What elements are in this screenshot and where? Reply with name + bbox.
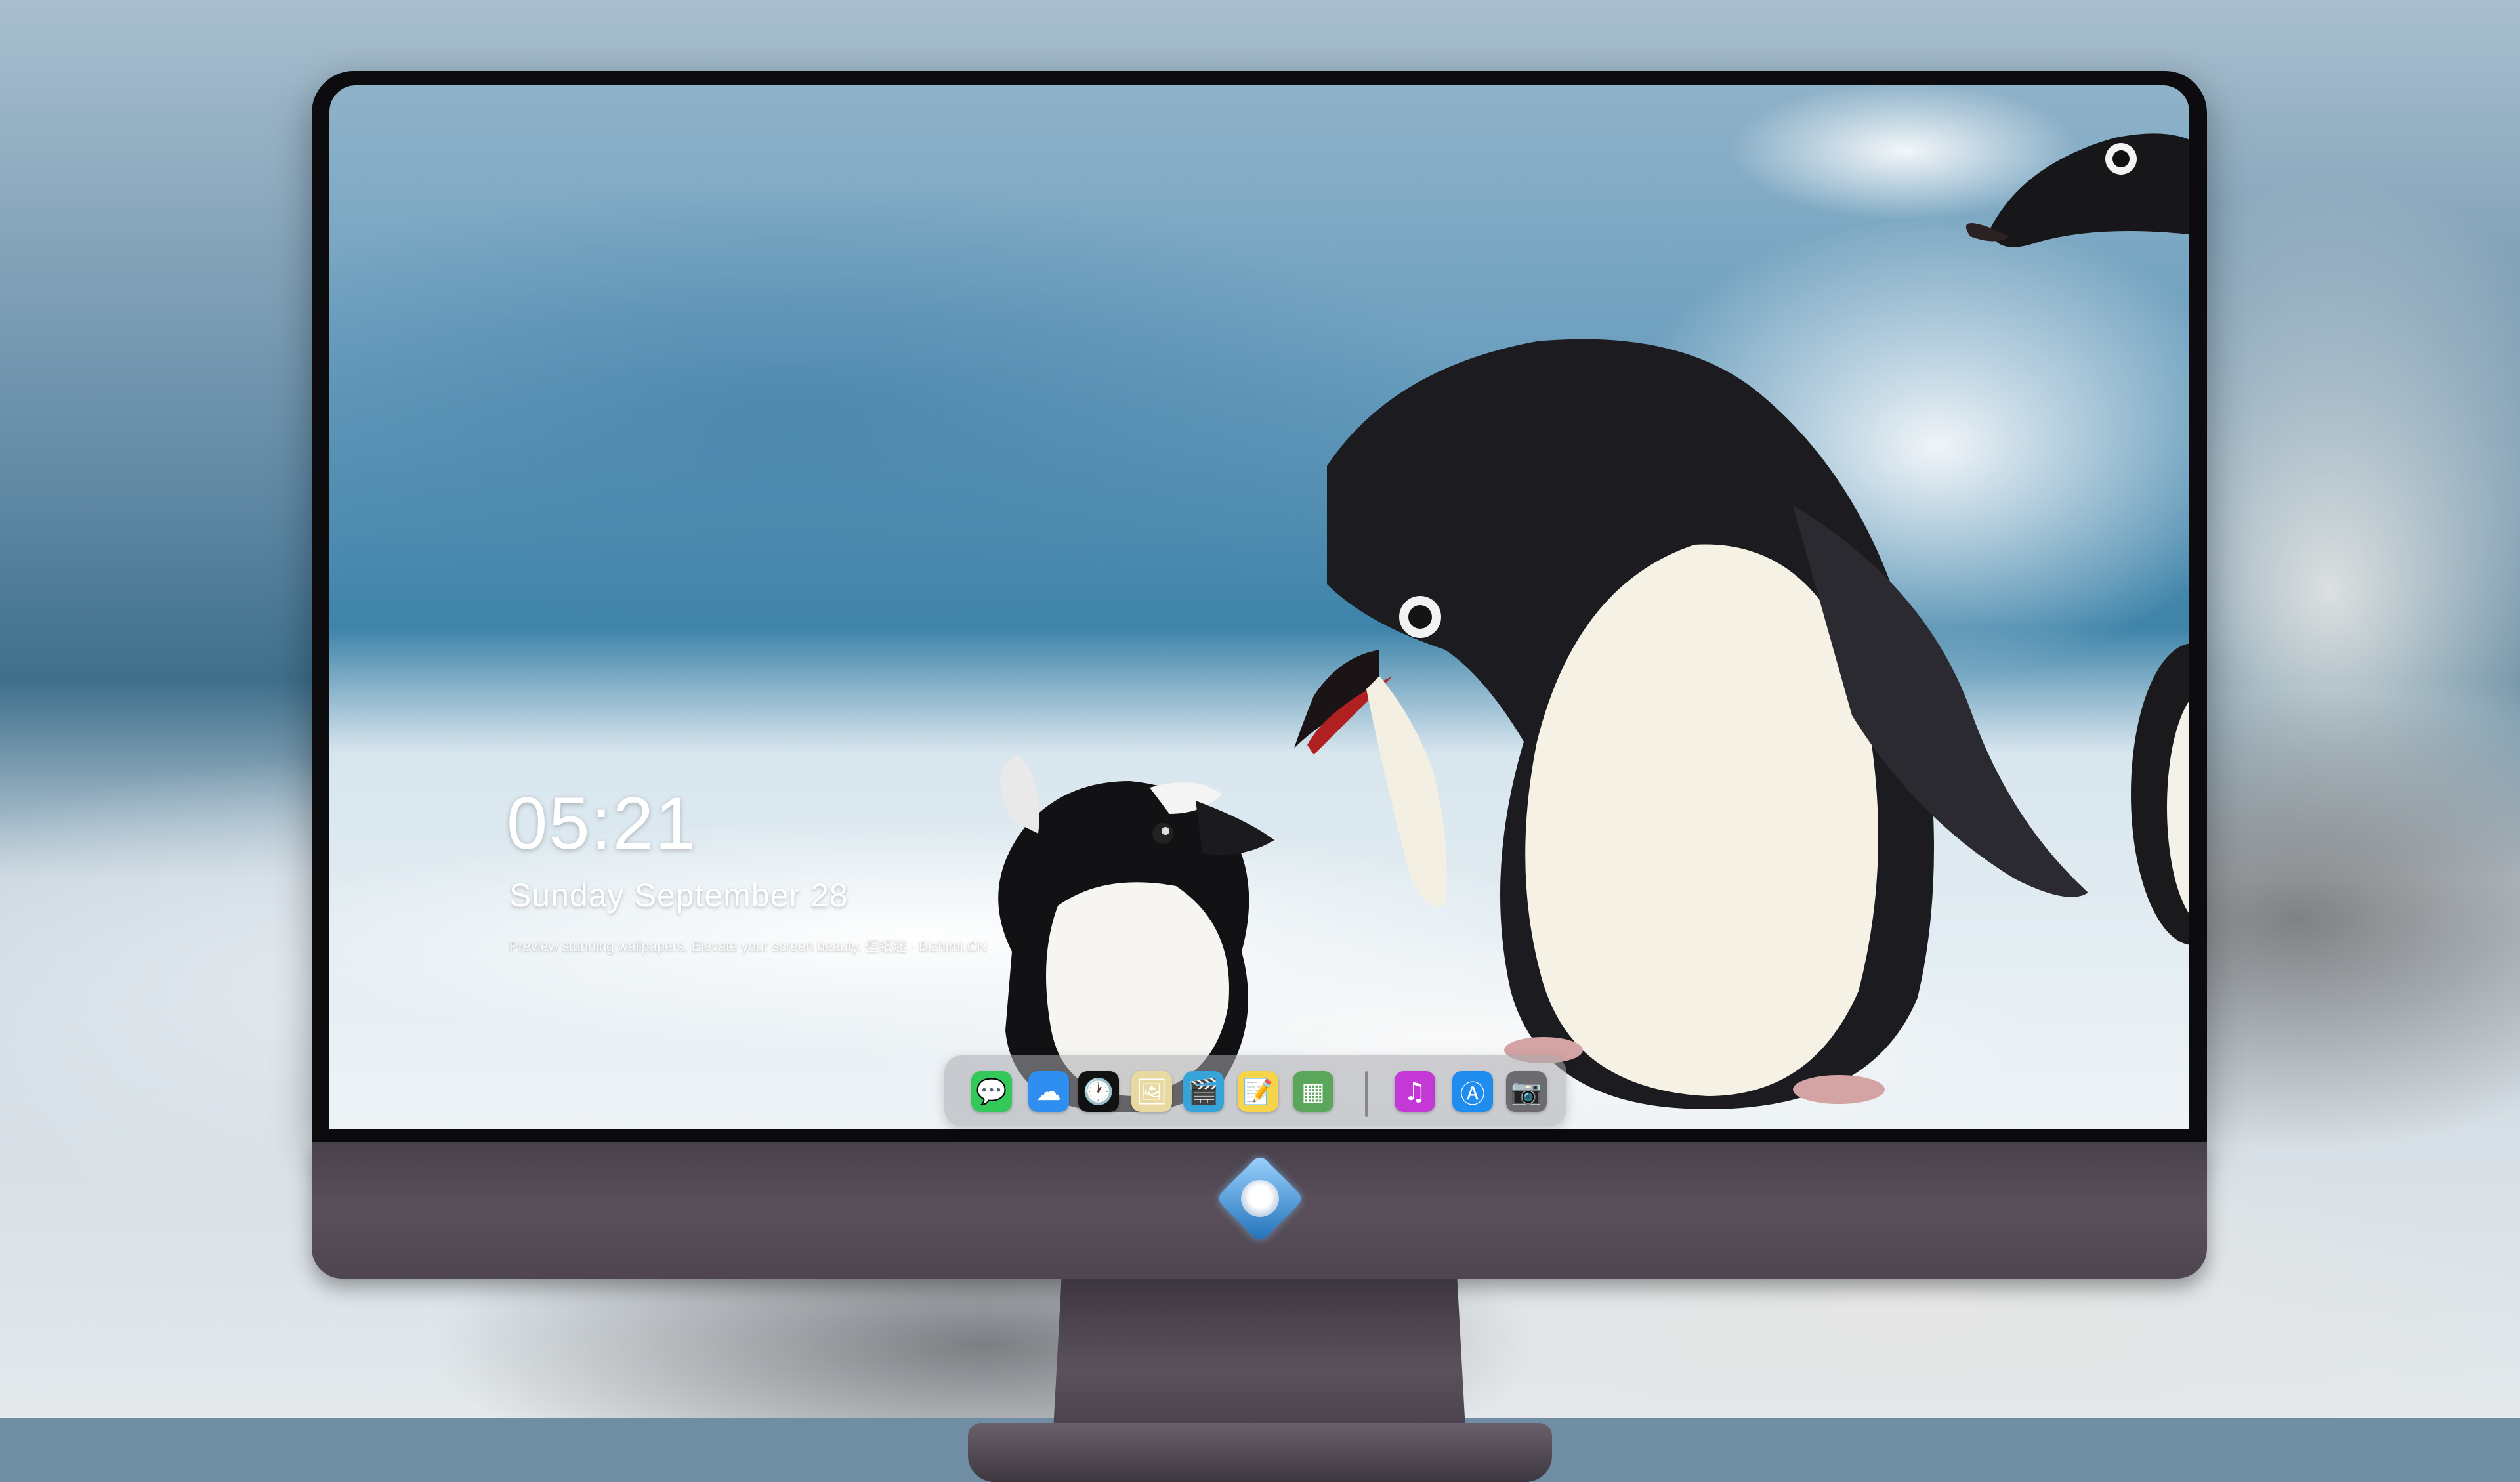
monitor-stand-neck [1053, 1279, 1465, 1429]
lock-screen[interactable]: 05:21 Sunday September 28 Preview stunni… [329, 85, 2189, 1129]
notes-icon[interactable]: 📝 [1238, 1071, 1278, 1112]
monitor-bezel: 05:21 Sunday September 28 Preview stunni… [312, 71, 2207, 1142]
monitor-stand-foot [968, 1423, 1552, 1482]
claquette-icon[interactable]: 🎬 [1183, 1071, 1224, 1112]
app-store-icon[interactable]: Ⓐ [1452, 1071, 1493, 1112]
preview-icon[interactable]: 🖼 [1131, 1071, 1172, 1112]
partial-penguin-right [2131, 643, 2189, 945]
itunes-icon[interactable]: ♫ [1395, 1071, 1435, 1112]
messages-icon[interactable]: 💬 [971, 1071, 1012, 1112]
mascot-logo-icon [1241, 1180, 1279, 1217]
weather-icon[interactable]: ☁ [1028, 1071, 1069, 1112]
penguin-head-top-right [1965, 133, 2189, 247]
camera-icon[interactable]: 📷 [1506, 1071, 1547, 1112]
penguin-wallpaper [998, 133, 2189, 1112]
lock-screen-clock: 05:21 [507, 782, 698, 864]
photo-booth-icon[interactable]: ▦ [1293, 1071, 1334, 1112]
lock-screen-date: Sunday September 28 [509, 877, 849, 914]
clock-icon[interactable]: 🕐 [1078, 1071, 1119, 1112]
dock-separator [1365, 1071, 1368, 1117]
adult-penguin [1294, 339, 2088, 1109]
wallpaper-tagline: Preview stunning wallpapers. Elevate you… [509, 939, 987, 954]
